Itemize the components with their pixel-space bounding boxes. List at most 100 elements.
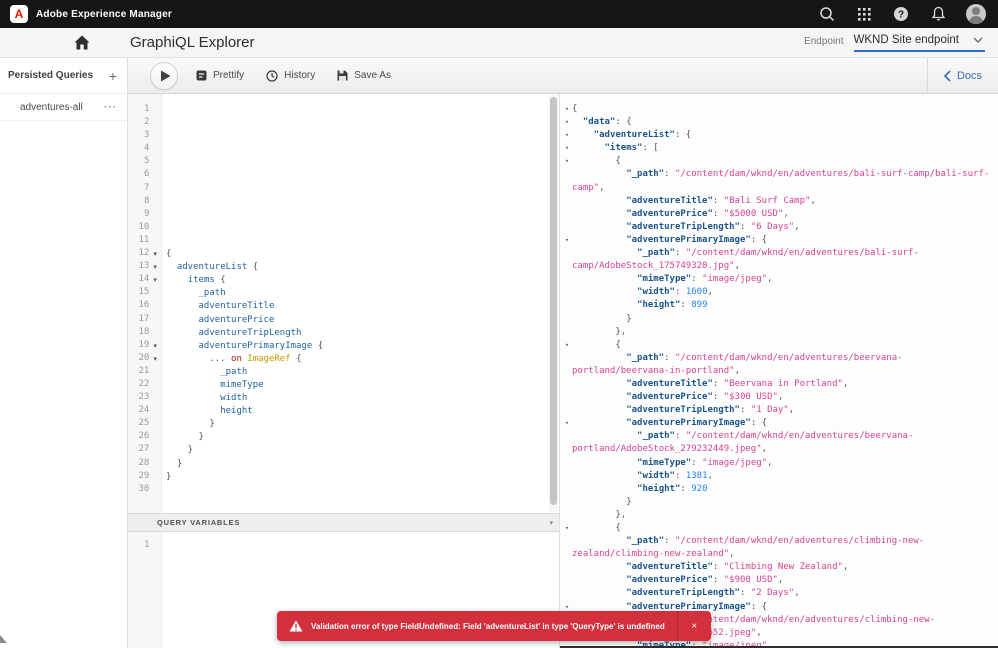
code-line[interactable]: width (166, 392, 559, 405)
fold-arrow-slot (562, 561, 572, 574)
fold-arrow-icon[interactable]: ▾ (562, 129, 572, 142)
fold-arrow-icon[interactable]: ▾ (149, 340, 161, 353)
user-avatar[interactable] (966, 4, 986, 24)
code-line[interactable]: _path (166, 366, 559, 379)
code-line[interactable]: adventureTitle (166, 300, 559, 313)
line-number: 12 (128, 248, 149, 261)
gutter-line: 18 (128, 327, 161, 340)
code-line[interactable]: adventureList { (166, 261, 559, 274)
fold-arrow-icon[interactable]: ▾ (562, 116, 572, 129)
result-line: ▾ "items": [ (562, 142, 998, 155)
code-line[interactable] (166, 117, 559, 130)
fold-arrow-slot (149, 444, 161, 457)
code-line[interactable] (166, 143, 559, 156)
endpoint-select[interactable]: WKND Site endpoint (854, 34, 985, 52)
execute-query-button[interactable] (150, 62, 178, 90)
home-icon[interactable] (74, 35, 90, 50)
code-line[interactable] (166, 183, 559, 196)
fold-arrow-icon[interactable]: ▾ (562, 417, 572, 430)
result-line: "_path": "/content/dam/wknd/en/adventure… (562, 168, 998, 194)
result-text: "adventureTripLength": "1 Day", (572, 404, 996, 417)
adobe-logo-icon[interactable]: A (10, 5, 28, 23)
toast-close-button[interactable]: × (677, 611, 711, 641)
fold-arrow-icon[interactable]: ▾ (149, 353, 161, 366)
gutter-line: 3 (128, 130, 161, 143)
sidebar-item-adventures-all[interactable]: adventures-all ··· (0, 94, 127, 121)
code-line[interactable] (166, 130, 559, 143)
scrollbar-thumb[interactable] (550, 97, 557, 505)
fold-arrow-slot (562, 587, 572, 600)
result-line: "_path": "/content/dam/wknd/en/adventure… (562, 352, 998, 378)
fold-arrow-icon[interactable]: ▾ (562, 339, 572, 352)
code-line[interactable] (166, 235, 559, 248)
help-icon[interactable]: ? (892, 5, 910, 23)
gutter-line: 23 (128, 392, 161, 405)
line-number: 23 (128, 392, 149, 405)
result-line: } (562, 313, 998, 326)
code-line[interactable] (166, 169, 559, 182)
prettify-button[interactable]: Prettify (196, 70, 244, 81)
fold-arrow-slot (149, 287, 161, 300)
code-line[interactable]: { (166, 248, 559, 261)
code-line[interactable]: mimeType (166, 379, 559, 392)
save-as-button[interactable]: Save As (337, 70, 391, 81)
notifications-bell-icon[interactable] (929, 5, 947, 23)
fold-arrow-icon[interactable]: ▾ (562, 155, 572, 168)
result-text: { (572, 155, 996, 168)
code-line[interactable] (166, 196, 559, 209)
code-line[interactable]: } (166, 431, 559, 444)
fold-arrow-icon[interactable]: ▾ (562, 142, 572, 155)
fold-arrow-slot (562, 168, 572, 194)
history-button[interactable]: History (266, 70, 315, 82)
item-menu-icon[interactable]: ··· (104, 102, 117, 113)
result-text: "_path": "/content/dam/wknd/en/adventure… (572, 247, 996, 273)
code-line[interactable]: ... on ImageRef { (166, 353, 559, 366)
code-line[interactable]: adventurePrimaryImage { (166, 340, 559, 353)
fold-arrow-slot (562, 247, 572, 273)
fold-arrow-icon[interactable]: ▾ (149, 274, 161, 287)
query-variables-header[interactable]: QUERY VARIABLES ▾ (128, 513, 559, 532)
result-line: ▾ "data": { (562, 116, 998, 129)
editor-scrollbar[interactable] (549, 95, 558, 512)
code-line[interactable]: } (166, 418, 559, 431)
code-line[interactable] (166, 209, 559, 222)
fold-arrow-icon[interactable]: ▾ (562, 103, 572, 116)
query-code-editor[interactable]: { adventureList { items { _path adventur… (162, 94, 559, 513)
fold-arrow-icon[interactable]: ▾ (562, 234, 572, 247)
fold-arrow-slot (562, 496, 572, 509)
code-line[interactable]: _path (166, 287, 559, 300)
result-line: "height": 899 (562, 299, 998, 312)
code-line[interactable]: } (166, 471, 559, 484)
gutter-line: 5 (128, 156, 161, 169)
add-query-button[interactable]: + (109, 69, 117, 83)
result-text: "height": 899 (572, 299, 996, 312)
fold-arrow-slot (149, 196, 161, 209)
code-line[interactable]: adventureTripLength (166, 327, 559, 340)
result-text: } (572, 313, 996, 326)
line-number: 16 (128, 300, 149, 313)
gutter-line: 26 (128, 431, 161, 444)
fold-arrow-icon[interactable]: ▾ (149, 248, 161, 261)
code-line[interactable] (166, 156, 559, 169)
gutter-line: 22 (128, 379, 161, 392)
code-line[interactable]: } (166, 444, 559, 457)
fold-arrow-icon[interactable]: ▾ (562, 522, 572, 535)
result-text: } (572, 496, 996, 509)
query-gutter: 123456789101112▾13▾14▾1516171819▾20▾2122… (128, 94, 162, 513)
sidebar-header: Persisted Queries + (0, 58, 127, 94)
app-switcher-icon[interactable] (855, 5, 873, 23)
code-line[interactable] (166, 222, 559, 235)
code-line[interactable]: } (166, 458, 559, 471)
search-icon[interactable] (818, 5, 836, 23)
variables-caret-icon: ▾ (549, 519, 553, 527)
code-line[interactable] (166, 104, 559, 117)
code-line[interactable]: items { (166, 274, 559, 287)
result-text: "adventurePrice": "$900 USD", (572, 574, 996, 587)
code-line[interactable]: adventurePrice (166, 314, 559, 327)
fold-arrow-icon[interactable]: ▾ (149, 261, 161, 274)
code-line[interactable] (166, 484, 559, 497)
line-number: 11 (128, 235, 149, 248)
gutter-line: 4 (128, 143, 161, 156)
code-line[interactable]: height (166, 405, 559, 418)
docs-toggle-button[interactable]: Docs (927, 58, 998, 93)
